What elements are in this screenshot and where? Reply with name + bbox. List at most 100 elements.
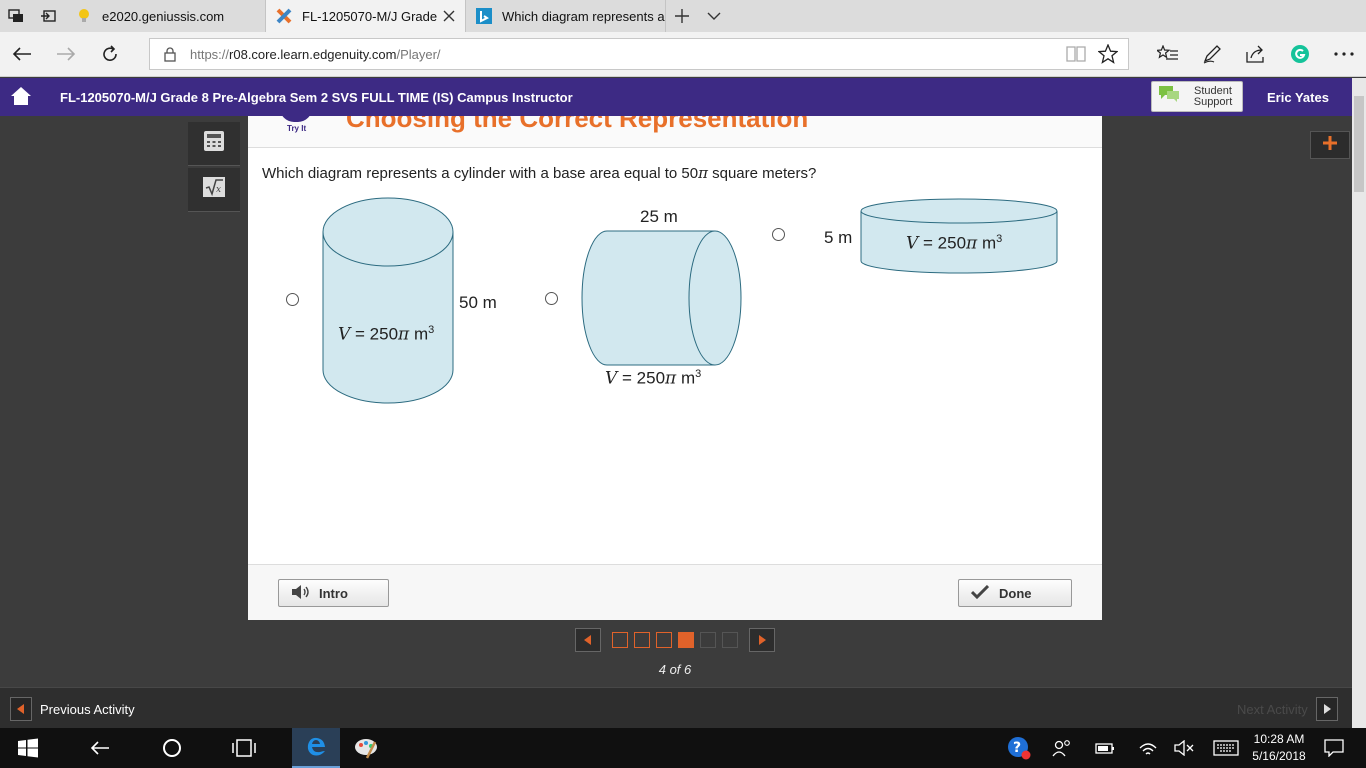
page-count: 4 of 6 bbox=[658, 662, 692, 677]
help-notification-icon[interactable]: ? bbox=[1007, 736, 1031, 760]
intro-button[interactable]: Intro bbox=[278, 579, 389, 607]
home-icon[interactable] bbox=[10, 86, 32, 111]
previous-activity-button[interactable]: Previous Activity bbox=[10, 697, 135, 721]
tab-preview-chevron-icon[interactable] bbox=[698, 0, 730, 32]
lightbulb-icon bbox=[76, 8, 92, 24]
try-it-badge-icon bbox=[280, 116, 312, 122]
people-icon[interactable] bbox=[1050, 736, 1074, 760]
browser-tab-strip: e2020.geniussis.com FL-1205070-M/J Grade… bbox=[0, 0, 1366, 32]
square-root-icon: x bbox=[202, 176, 226, 203]
done-label: Done bbox=[999, 585, 1032, 601]
try-it-label: Try It bbox=[287, 124, 307, 133]
done-button[interactable]: Done bbox=[958, 579, 1072, 607]
forward-arrow-icon[interactable] bbox=[50, 38, 82, 70]
option-a-radio[interactable] bbox=[286, 293, 299, 306]
calculator-tool[interactable] bbox=[188, 122, 240, 166]
paint-app-icon[interactable] bbox=[342, 728, 390, 768]
svg-text:x: x bbox=[216, 185, 221, 195]
clock-time: 10:28 AM bbox=[1253, 732, 1305, 746]
plus-icon bbox=[1323, 135, 1337, 155]
tab-geniussis[interactable]: e2020.geniussis.com bbox=[66, 0, 266, 32]
option-a-volume-label: V = 250π m3 bbox=[338, 324, 435, 345]
tab-bing[interactable]: Which diagram represents a bbox=[466, 0, 666, 32]
page-6-indicator[interactable] bbox=[722, 632, 738, 648]
tab-edgenuity[interactable]: FL-1205070-M/J Grade bbox=[266, 0, 466, 32]
cortana-circle-icon[interactable] bbox=[148, 728, 196, 768]
more-options-icon[interactable] bbox=[1328, 38, 1360, 70]
option-c-radio[interactable] bbox=[772, 228, 785, 241]
student-support-button[interactable]: Student Support bbox=[1151, 81, 1243, 112]
checkmark-icon bbox=[970, 584, 990, 602]
refresh-icon[interactable] bbox=[94, 38, 126, 70]
option-c-height-label: 5 m bbox=[824, 228, 853, 247]
formula-sheet-tool[interactable]: x bbox=[188, 168, 240, 212]
tab-actions-icon[interactable] bbox=[0, 0, 32, 32]
next-page-arrow-icon[interactable] bbox=[749, 628, 775, 652]
tab-label: FL-1205070-M/J Grade bbox=[302, 8, 438, 24]
option-b-volume-label: V = 250π m3 bbox=[605, 368, 702, 389]
card-header: Try It Choosing the Correct Representati… bbox=[248, 116, 1102, 148]
reading-view-icon[interactable] bbox=[1066, 45, 1086, 68]
favorite-star-icon[interactable] bbox=[1097, 43, 1119, 69]
activity-navigation-bar: Previous Activity Next Activity bbox=[0, 687, 1352, 728]
grammarly-icon[interactable] bbox=[1284, 38, 1316, 70]
bing-icon bbox=[476, 8, 492, 24]
page-1-indicator[interactable] bbox=[612, 632, 628, 648]
favorites-hub-icon[interactable] bbox=[1152, 38, 1184, 70]
course-header: FL-1205070-M/J Grade 8 Pre-Algebra Sem 2… bbox=[0, 78, 1352, 116]
section-title: Choosing the Correct Representation bbox=[346, 116, 809, 133]
task-view-icon[interactable] bbox=[220, 728, 268, 768]
battery-icon[interactable] bbox=[1093, 736, 1117, 760]
set-tabs-aside-icon[interactable] bbox=[32, 0, 64, 32]
page-2-indicator[interactable] bbox=[634, 632, 650, 648]
taskbar-back-icon[interactable] bbox=[76, 728, 124, 768]
expand-plus-button[interactable] bbox=[1310, 131, 1350, 159]
user-name[interactable]: Eric Yates bbox=[1267, 90, 1329, 105]
page-3-indicator[interactable] bbox=[656, 632, 672, 648]
url-text: https://r08.core.learn.edgenuity.com/Pla… bbox=[190, 47, 441, 62]
option-c-volume-label: V = 250π m3 bbox=[906, 233, 1003, 254]
share-icon[interactable] bbox=[1240, 38, 1272, 70]
activity-card: Try It Choosing the Correct Representati… bbox=[248, 116, 1102, 620]
back-arrow-icon[interactable] bbox=[6, 38, 38, 70]
address-bar[interactable]: https://r08.core.learn.edgenuity.com/Pla… bbox=[149, 38, 1129, 70]
windows-taskbar: ? 10:28 AM 5/16/2018 bbox=[0, 728, 1366, 768]
next-activity-label: Next Activity bbox=[1237, 701, 1308, 717]
page-4-indicator[interactable] bbox=[678, 632, 694, 648]
option-a-cylinder-figure bbox=[322, 197, 454, 404]
browser-navigation-bar: https://r08.core.learn.edgenuity.com/Pla… bbox=[0, 32, 1366, 77]
question-text: Which diagram represents a cylinder with… bbox=[262, 164, 817, 182]
page-scrollbar[interactable] bbox=[1352, 78, 1366, 728]
scrollbar-thumb[interactable] bbox=[1354, 96, 1364, 192]
speaker-icon bbox=[291, 584, 311, 603]
tab-label: Which diagram represents a bbox=[502, 8, 665, 24]
page-navigator bbox=[575, 628, 775, 652]
previous-page-arrow-icon[interactable] bbox=[575, 628, 601, 652]
action-center-icon[interactable] bbox=[1322, 736, 1346, 760]
intro-label: Intro bbox=[319, 585, 348, 601]
tab-label: e2020.geniussis.com bbox=[102, 8, 225, 24]
edge-taskbar-icon[interactable] bbox=[292, 728, 340, 768]
previous-activity-label: Previous Activity bbox=[40, 701, 135, 717]
lock-icon bbox=[164, 47, 176, 67]
windows-start-icon[interactable] bbox=[4, 728, 52, 768]
svg-text:?: ? bbox=[1013, 740, 1021, 756]
wifi-icon[interactable] bbox=[1136, 736, 1160, 760]
volume-muted-icon[interactable] bbox=[1172, 736, 1196, 760]
option-a-height-label: 50 m bbox=[459, 293, 497, 312]
calculator-icon bbox=[203, 130, 225, 157]
chat-bubbles-icon bbox=[1158, 85, 1180, 108]
close-tab-icon[interactable] bbox=[441, 8, 457, 24]
page-5-indicator[interactable] bbox=[700, 632, 716, 648]
touch-keyboard-icon[interactable] bbox=[1212, 736, 1240, 760]
edgenuity-x-icon bbox=[276, 8, 292, 24]
student-support-label: Student Support bbox=[1193, 84, 1233, 108]
option-b-length-label: 25 m bbox=[640, 207, 678, 226]
option-b-radio[interactable] bbox=[545, 292, 558, 305]
new-tab-icon[interactable] bbox=[666, 0, 698, 32]
web-note-pen-icon[interactable] bbox=[1196, 38, 1228, 70]
option-b-cylinder-figure bbox=[581, 230, 742, 366]
system-clock[interactable]: 10:28 AM 5/16/2018 bbox=[1248, 731, 1310, 765]
right-arrow-icon bbox=[1315, 697, 1338, 721]
next-activity-button[interactable]: Next Activity bbox=[1237, 697, 1338, 721]
